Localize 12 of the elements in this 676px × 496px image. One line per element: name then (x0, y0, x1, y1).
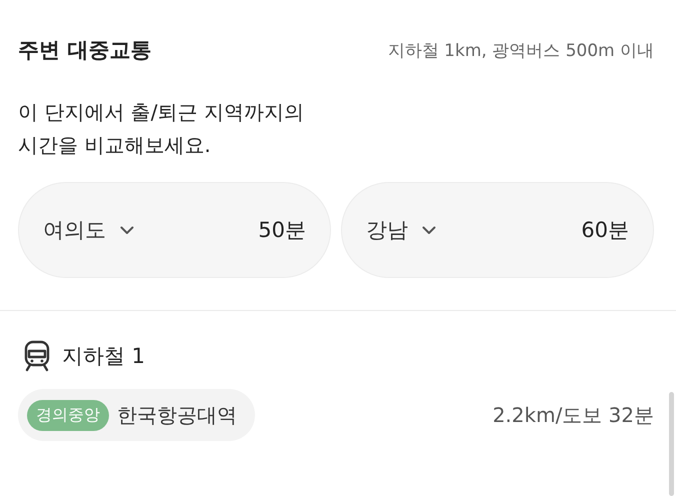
station-name: 한국항공대역 (117, 402, 237, 428)
range-summary: 지하철 1km, 광역버스 500m 이내 (388, 40, 654, 62)
section-title: 주변 대중교통 (18, 37, 152, 64)
chevron-down-icon (120, 226, 134, 234)
destination-selector[interactable]: 강남 60분 (341, 182, 654, 278)
line-badge: 경의중앙 (27, 400, 109, 430)
destination-selector[interactable]: 여의도 50분 (18, 182, 331, 278)
description-text: 이 단지에서 출/퇴근 지역까지의 시간을 비교해보세요. (18, 99, 305, 159)
walking-distance: 2.2km/도보 32분 (492, 402, 654, 428)
subway-heading: 지하철 1 (62, 343, 146, 370)
chevron-down-icon (422, 226, 436, 234)
scrollbar[interactable] (669, 392, 674, 496)
